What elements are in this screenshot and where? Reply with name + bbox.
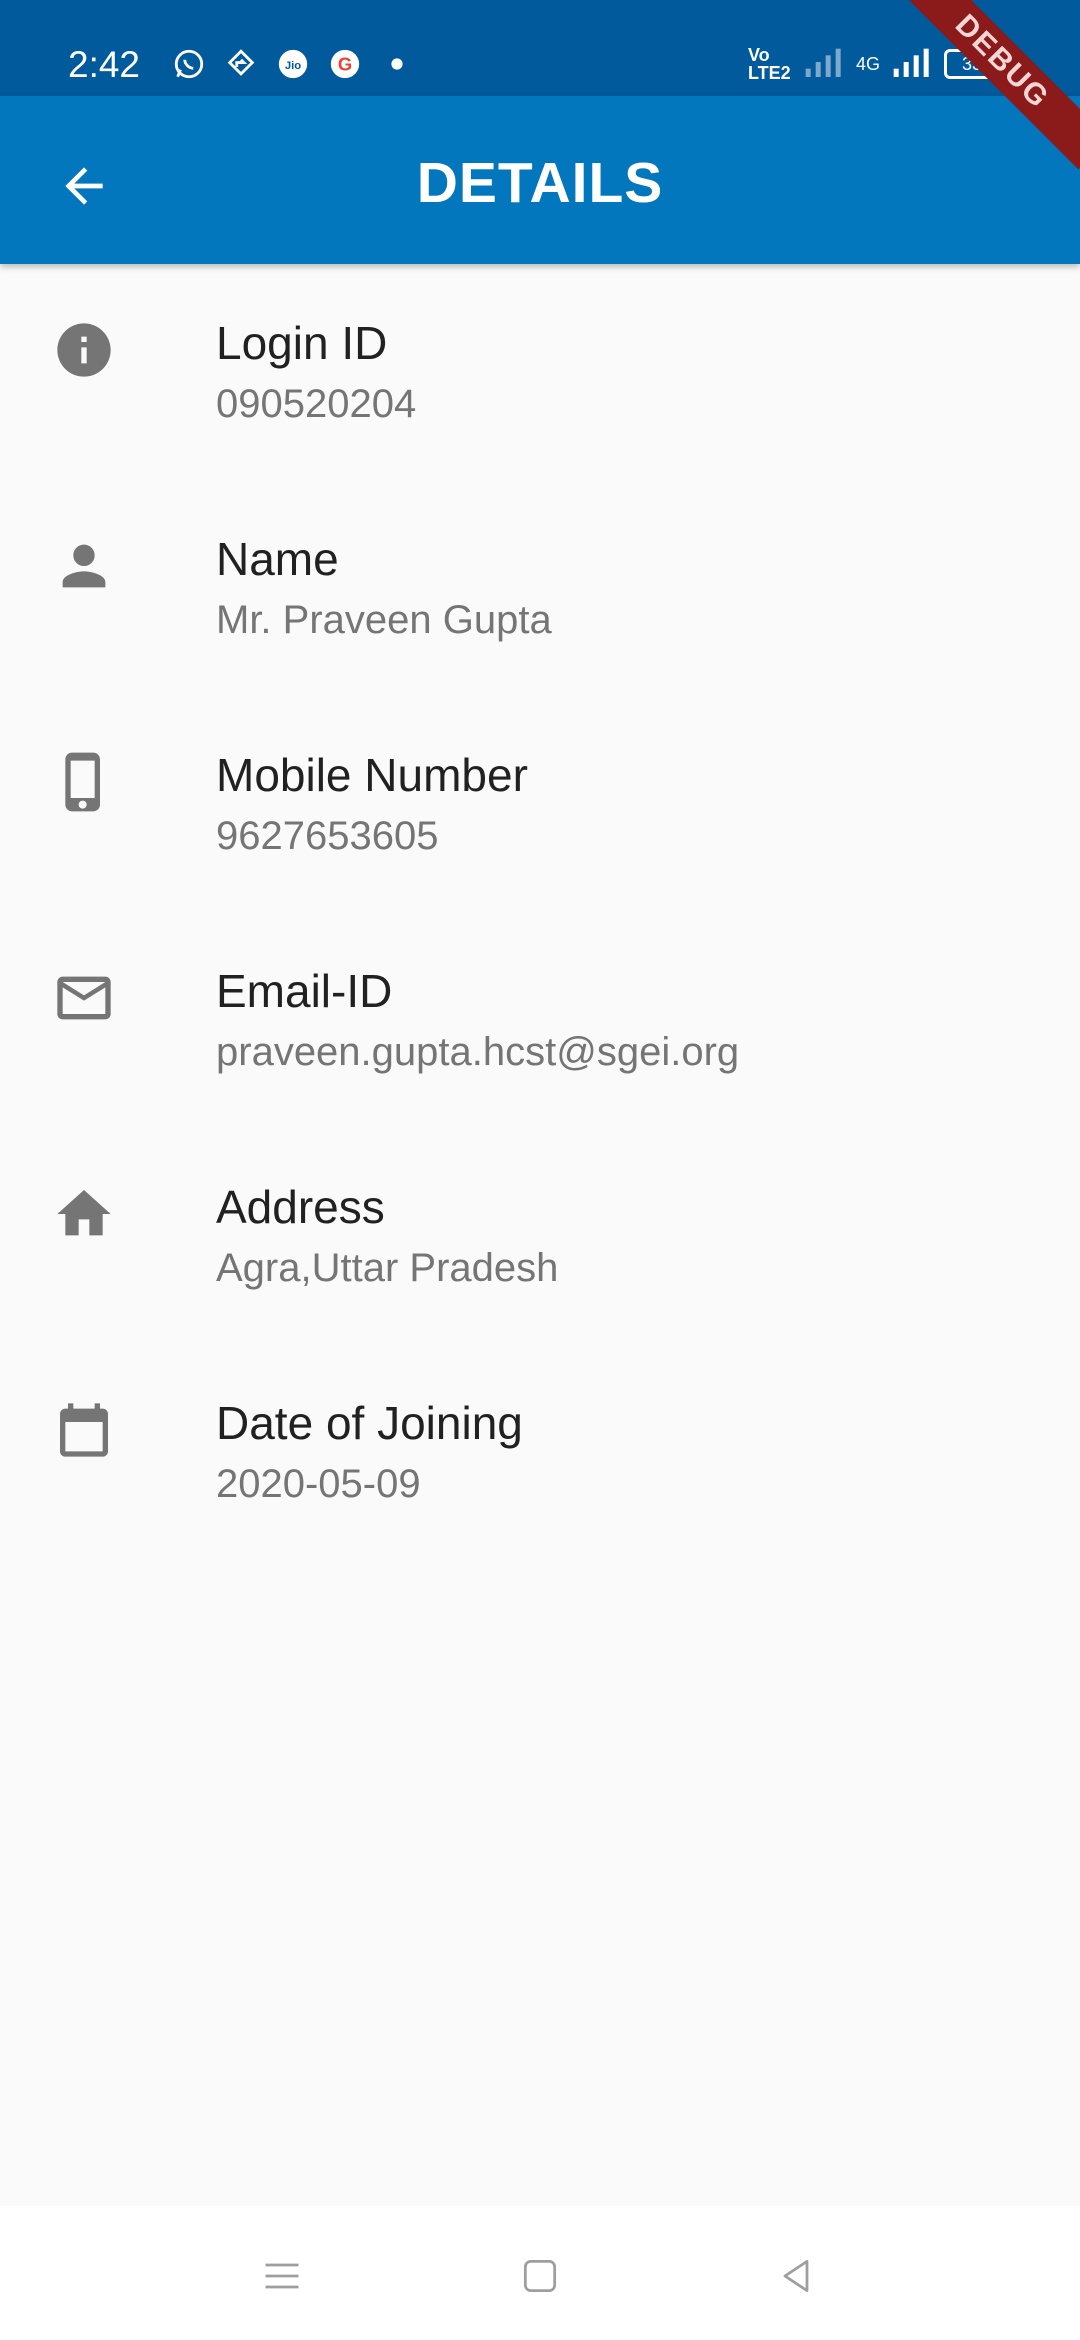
detail-title: Login ID [216,317,388,369]
detail-title: Email-ID [216,965,393,1017]
detail-value: 9627653605 [216,814,439,858]
volte-icon: Vo LTE2 [747,45,791,83]
google-icon: G [326,45,364,83]
detail-title: Mobile Number [216,749,528,801]
detail-title: Address [216,1181,385,1233]
navigation-icon [222,45,260,83]
back-triangle-icon [783,2259,809,2293]
phone-icon [48,746,120,818]
svg-text:Jio: Jio [285,60,301,72]
menu-button[interactable] [242,2236,322,2316]
details-list: Login ID 090520204 Name Mr. Praveen Gupt… [0,264,1080,1560]
network-type-icon: 4G [855,53,880,74]
detail-value: praveen.gupta.hcst@sgei.org [216,1030,740,1074]
detail-title: Name [216,533,339,585]
app-bar: DETAILS [0,96,1080,264]
menu-icon [265,2263,299,2289]
detail-address[interactable]: Address Agra,Uttar Pradesh [0,1128,1080,1344]
status-time: 2:42 [68,44,141,85]
detail-value: 090520204 [216,382,417,426]
home-square-icon [523,2259,557,2293]
detail-name[interactable]: Name Mr. Praveen Gupta [0,480,1080,696]
detail-value: 2020-05-09 [216,1462,421,1506]
signal-strong-icon [892,45,932,84]
back-nav-button[interactable] [756,2236,836,2316]
detail-title: Date of Joining [216,1397,523,1449]
status-bar: 2:42 Jio G Vo LTE2 4G 33 [0,0,1080,96]
detail-value: Agra,Uttar Pradesh [216,1246,559,1290]
detail-value: Mr. Praveen Gupta [216,598,552,642]
jio-icon: Jio [274,45,312,83]
page-title: DETAILS [416,151,664,215]
mail-icon [48,962,120,1034]
home-button[interactable] [500,2236,580,2316]
signal-weak-icon [804,45,844,84]
system-nav-bar [0,2206,1080,2340]
detail-login-id[interactable]: Login ID 090520204 [0,264,1080,480]
svg-text:G: G [338,53,352,74]
home-icon [48,1178,120,1250]
dot-icon [378,45,416,83]
detail-mobile-number[interactable]: Mobile Number 9627653605 [0,696,1080,912]
detail-email-id[interactable]: Email-ID praveen.gupta.hcst@sgei.org [0,912,1080,1128]
calendar-icon [48,1394,120,1466]
whatsapp-icon [170,45,208,83]
person-icon [48,530,120,602]
status-icons-left: Jio G [170,44,416,84]
detail-date-of-joining[interactable]: Date of Joining 2020-05-09 [0,1344,1080,1560]
info-icon [48,314,120,386]
